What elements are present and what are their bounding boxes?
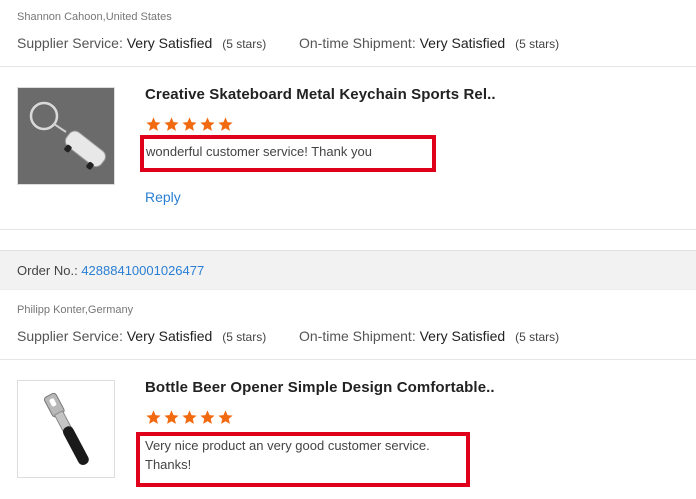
star-icon: [218, 410, 233, 424]
star-icon: [200, 410, 215, 424]
product-rating-stars: [145, 116, 234, 133]
shipment-label: On-time Shipment:: [299, 328, 416, 344]
supplier-service-value: Very Satisfied: [126, 35, 213, 51]
star-icon: [164, 117, 179, 131]
star-icon: [164, 410, 179, 424]
shipment-rating: On-time Shipment: Very Satisfied (5 star…: [299, 328, 559, 344]
supplier-service-stars: (5 stars): [222, 37, 267, 51]
reviewer-name: Philipp Konter,Germany: [17, 304, 134, 316]
order-number-row: Order No.: 42888410001026477: [17, 263, 204, 278]
order-number-label: Order No.:: [17, 263, 78, 278]
feedback-text: wonderful customer service! Thank you: [146, 144, 372, 159]
supplier-service-label: Supplier Service:: [17, 35, 123, 51]
shipment-rating: On-time Shipment: Very Satisfied (5 star…: [299, 35, 559, 51]
divider: [0, 66, 696, 67]
product-thumbnail-keychain[interactable]: [17, 87, 115, 185]
star-icon: [182, 410, 197, 424]
supplier-service-rating: Supplier Service: Very Satisfied (5 star…: [17, 328, 266, 344]
order-number-link[interactable]: 42888410001026477: [81, 263, 204, 278]
supplier-service-stars: (5 stars): [222, 330, 267, 344]
bottle-opener-image: [18, 381, 114, 477]
reviewer-name: Shannon Cahoon,United States: [17, 11, 172, 23]
divider: [0, 359, 696, 360]
product-rating-stars: [145, 409, 234, 426]
shipment-label: On-time Shipment:: [299, 35, 416, 51]
reply-link[interactable]: Reply: [145, 189, 181, 205]
shipment-stars: (5 stars): [515, 330, 560, 344]
product-thumbnail-bottle-opener[interactable]: [17, 380, 115, 478]
supplier-service-rating: Supplier Service: Very Satisfied (5 star…: [17, 35, 266, 51]
shipment-value: Very Satisfied: [419, 35, 506, 51]
feedback-text: Very nice product an very good customer …: [145, 438, 430, 472]
star-icon: [218, 117, 233, 131]
supplier-service-label: Supplier Service:: [17, 328, 123, 344]
product-title[interactable]: Bottle Beer Opener Simple Design Comfort…: [145, 379, 495, 396]
star-icon: [146, 410, 161, 424]
product-title[interactable]: Creative Skateboard Metal Keychain Sport…: [145, 86, 495, 103]
supplier-service-value: Very Satisfied: [126, 328, 213, 344]
shipment-value: Very Satisfied: [419, 328, 506, 344]
shipment-stars: (5 stars): [515, 37, 560, 51]
star-icon: [146, 117, 161, 131]
divider: [0, 229, 696, 230]
star-icon: [200, 117, 215, 131]
keychain-image: [18, 88, 114, 184]
star-icon: [182, 117, 197, 131]
